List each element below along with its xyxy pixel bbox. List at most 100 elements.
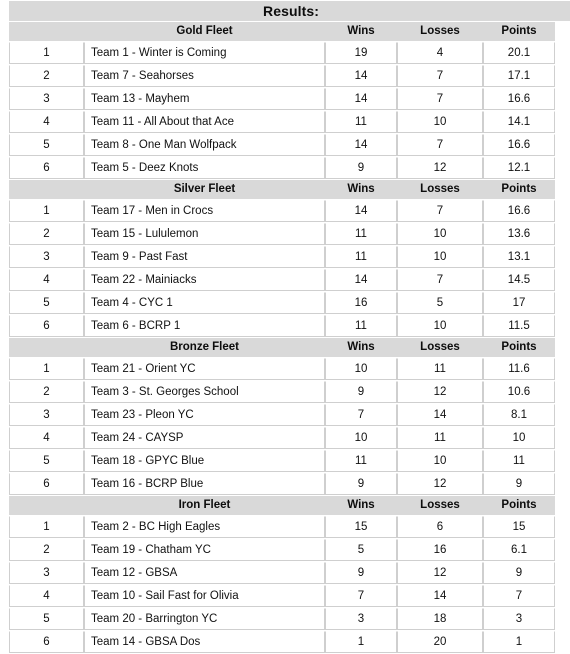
table-row: 5 Team 8 - One Man Wolfpack 14 7 16.6 [9,134,570,156]
team-name-cell: Team 11 - All About that Ace [84,111,325,133]
points-cell: 16.6 [483,200,555,222]
rank-cell: 1 [9,358,84,380]
points-cell: 17 [483,292,555,314]
rank-cell: 2 [9,539,84,561]
team-name-cell: Team 6 - BCRP 1 [84,315,325,337]
losses-column-header: Losses [397,338,483,357]
wins-cell: 15 [325,516,397,538]
team-name-cell: Team 20 - Barrington YC [84,608,325,630]
team-name-cell: Team 2 - BC High Eagles [84,516,325,538]
points-cell: 16.6 [483,134,555,156]
rank-cell: 5 [9,134,84,156]
wins-cell: 11 [325,246,397,268]
rank-cell: 4 [9,585,84,607]
rank-cell: 4 [9,427,84,449]
team-name-cell: Team 8 - One Man Wolfpack [84,134,325,156]
team-name-cell: Team 21 - Orient YC [84,358,325,380]
losses-cell: 12 [397,473,483,495]
losses-cell: 20 [397,631,483,653]
team-name-cell: Team 19 - Chatham YC [84,539,325,561]
losses-cell: 16 [397,539,483,561]
points-cell: 15 [483,516,555,538]
results-page: Results: Gold Fleet Wins Losses Points 1 Team … [0,0,570,653]
wins-cell: 9 [325,473,397,495]
rank-cell: 6 [9,157,84,179]
team-name-cell: Team 5 - Deez Knots [84,157,325,179]
team-name-cell: Team 16 - BCRP Blue [84,473,325,495]
rank-cell: 1 [9,200,84,222]
fleet-header-row: Gold Fleet Wins Losses Points [9,22,570,41]
table-row: 3 Team 23 - Pleon YC 7 14 8.1 [9,404,570,426]
points-cell: 12.1 [483,157,555,179]
losses-cell: 10 [397,450,483,472]
points-cell: 8.1 [483,404,555,426]
rank-cell: 6 [9,473,84,495]
table-row: 2 Team 3 - St. Georges School 9 12 10.6 [9,381,570,403]
wins-cell: 10 [325,358,397,380]
rank-cell: 3 [9,404,84,426]
wins-column-header: Wins [325,180,397,199]
losses-cell: 11 [397,427,483,449]
team-name-cell: Team 22 - Mainiacks [84,269,325,291]
team-name-cell: Team 24 - CAYSP [84,427,325,449]
losses-cell: 12 [397,381,483,403]
page-title: Results: [9,1,570,21]
table-row: 4 Team 24 - CAYSP 10 11 10 [9,427,570,449]
wins-cell: 10 [325,427,397,449]
row-spacer [555,315,570,337]
row-spacer [555,450,570,472]
table-row: 3 Team 9 - Past Fast 11 10 13.1 [9,246,570,268]
rank-cell: 2 [9,381,84,403]
team-name-cell: Team 17 - Men in Crocs [84,200,325,222]
table-row: 1 Team 1 - Winter is Coming 19 4 20.1 [9,42,570,64]
rank-cell: 5 [9,608,84,630]
results-table: Results: Gold Fleet Wins Losses Points 1 Team … [9,0,570,654]
wins-cell: 14 [325,200,397,222]
rank-cell: 1 [9,42,84,64]
rank-cell: 2 [9,223,84,245]
team-name-cell: Team 14 - GBSA Dos [84,631,325,653]
rank-cell: 4 [9,111,84,133]
losses-cell: 11 [397,358,483,380]
points-column-header: Points [483,496,555,515]
team-name-cell: Team 15 - Lululemon [84,223,325,245]
team-name-cell: Team 7 - Seahorses [84,65,325,87]
losses-cell: 7 [397,269,483,291]
row-spacer [555,246,570,268]
table-row: 2 Team 15 - Lululemon 11 10 13.6 [9,223,570,245]
table-row: 1 Team 2 - BC High Eagles 15 6 15 [9,516,570,538]
losses-cell: 12 [397,157,483,179]
fleet-name-header: Bronze Fleet [84,338,325,357]
points-column-header: Points [483,180,555,199]
header-spacer [555,22,570,41]
losses-cell: 10 [397,111,483,133]
wins-cell: 9 [325,157,397,179]
row-spacer [555,631,570,653]
table-row: 2 Team 19 - Chatham YC 5 16 6.1 [9,539,570,561]
fleet-header-row: Silver Fleet Wins Losses Points [9,180,570,199]
wins-cell: 11 [325,315,397,337]
points-cell: 14.1 [483,111,555,133]
points-cell: 10.6 [483,381,555,403]
table-row: 3 Team 13 - Mayhem 14 7 16.6 [9,88,570,110]
losses-column-header: Losses [397,496,483,515]
points-cell: 3 [483,608,555,630]
points-cell: 6.1 [483,539,555,561]
table-row: 2 Team 7 - Seahorses 14 7 17.1 [9,65,570,87]
points-column-header: Points [483,22,555,41]
team-name-cell: Team 13 - Mayhem [84,88,325,110]
table-row: 6 Team 16 - BCRP Blue 9 12 9 [9,473,570,495]
team-name-cell: Team 18 - GPYC Blue [84,450,325,472]
wins-cell: 19 [325,42,397,64]
points-cell: 13.1 [483,246,555,268]
wins-cell: 7 [325,404,397,426]
fleet-name-header: Iron Fleet [84,496,325,515]
fleet-rank-header [9,496,84,515]
points-cell: 14.5 [483,269,555,291]
table-row: 6 Team 14 - GBSA Dos 1 20 1 [9,631,570,653]
team-name-cell: Team 4 - CYC 1 [84,292,325,314]
row-spacer [555,404,570,426]
header-spacer [555,180,570,199]
losses-column-header: Losses [397,22,483,41]
points-column-header: Points [483,338,555,357]
